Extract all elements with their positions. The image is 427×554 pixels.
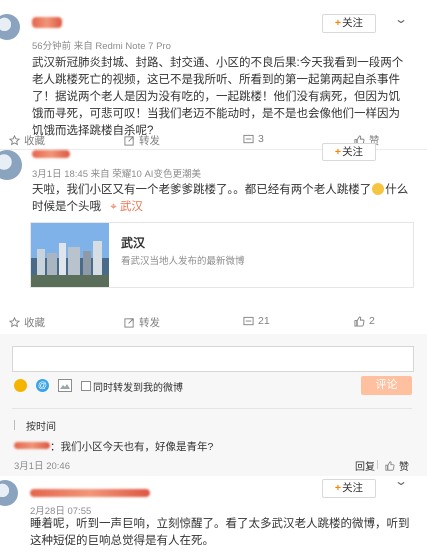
post2-follow-button[interactable]: +关注	[322, 143, 376, 161]
location-link[interactable]: ⌖ 武汉	[110, 201, 143, 213]
sort-by-time[interactable]: 按时间	[26, 418, 56, 433]
post1-repost-button[interactable]: 转发	[124, 133, 160, 148]
comment-text: ：我们小区今天也有，好像是青年?	[50, 441, 214, 453]
repost-icon	[124, 135, 135, 146]
action-separator	[377, 460, 378, 469]
follow-label: 关注	[342, 482, 364, 494]
reply-button[interactable]: 回复	[355, 458, 375, 473]
repost-checkbox[interactable]	[81, 381, 91, 391]
plus-icon: +	[334, 146, 342, 158]
post1-follow-button[interactable]: +关注	[322, 14, 376, 33]
location-label: 武汉	[119, 201, 143, 213]
sort-bar-marker	[14, 420, 15, 430]
follow-label: 关注	[342, 146, 364, 158]
like-label: 赞	[399, 462, 409, 473]
star-icon	[9, 135, 20, 146]
commenter-name[interactable]	[14, 442, 50, 449]
post1-comment-button[interactable]: 3	[243, 133, 264, 145]
plus-icon: +	[334, 482, 342, 494]
post1-favorite-button[interactable]: 收藏	[9, 133, 45, 148]
emoji-icon[interactable]	[14, 379, 27, 392]
repost-label: 转发	[139, 135, 160, 147]
favorite-label: 收藏	[24, 317, 45, 329]
comment-input[interactable]	[12, 346, 414, 372]
post1-username[interactable]	[32, 17, 62, 28]
repost-icon	[124, 317, 135, 328]
comment-time: 3月1日 20:46	[14, 461, 70, 472]
comment-count: 21	[258, 315, 270, 327]
plus-icon: +	[334, 17, 342, 29]
favorite-label: 收藏	[24, 135, 45, 147]
card-thumbnail	[31, 223, 109, 287]
post3-meta: 2月28日 07:55	[30, 506, 92, 517]
image-icon[interactable]	[58, 379, 72, 392]
post3-follow-button[interactable]: +关注	[322, 479, 376, 498]
comment-icon	[243, 134, 254, 145]
post2-meta: 3月1日 18:45 来自 荣耀10 AI变色更潮美	[32, 169, 201, 180]
post1-avatar[interactable]	[0, 14, 20, 40]
sort-divider	[12, 408, 412, 409]
comment-like-button[interactable]: 赞	[385, 458, 409, 473]
at-mention-icon[interactable]: @	[36, 379, 49, 392]
post2-username[interactable]	[32, 150, 70, 158]
post3-username[interactable]	[30, 489, 150, 497]
repost-checkbox-label: 同时转发到我的微博	[93, 383, 183, 394]
post2-favorite-button[interactable]: 收藏	[9, 315, 45, 330]
post3-avatar[interactable]	[0, 480, 18, 506]
repost-label: 转发	[139, 317, 160, 329]
post2-repost-button[interactable]: 转发	[124, 315, 160, 330]
post2-text-part1: 天啦，我们小区又有一个老爹爹跳楼了。。都已经有两个老人跳楼了	[32, 184, 372, 196]
location-card[interactable]: 武汉 看武汉当地人发布的最新微博	[30, 222, 414, 288]
post2-avatar[interactable]	[0, 150, 22, 180]
card-subtitle: 看武汉当地人发布的最新微博	[121, 256, 245, 267]
like-count: 2	[369, 315, 375, 327]
submit-comment-button[interactable]: 评论	[361, 376, 412, 395]
card-title: 武汉	[121, 236, 146, 250]
sweat-emoji-icon	[372, 183, 385, 195]
thumbs-up-icon	[385, 460, 395, 471]
follow-label: 关注	[342, 17, 364, 29]
post2-like-button[interactable]: 2	[354, 315, 375, 327]
location-pin-icon: ⌖	[110, 201, 117, 213]
post2-comment-button[interactable]: 21	[243, 315, 270, 327]
post1-meta: 56分钟前 来自 Redmi Note 7 Pro	[32, 41, 171, 52]
chevron-down-icon[interactable]: ⌄	[394, 12, 408, 26]
star-icon	[9, 317, 20, 328]
thumbs-up-icon	[354, 315, 365, 327]
post2-text: 天啦，我们小区又有一个老爹爹跳楼了。。都已经有两个老人跳楼了 什么时候是个头哦 ⌖…	[32, 182, 412, 216]
comment-count: 3	[258, 133, 264, 145]
post1-text: 武汉新冠肺炎封城、封路、封交通、小区的不良后果:今天我看到一段两个老人跳楼死亡的…	[32, 57, 404, 137]
post3-text: 睡着呢，听到一声巨响，立刻惊醒了。看了太多武汉老人跳楼的微博，听到这种短促的巨响…	[30, 518, 410, 547]
comment-icon	[243, 316, 254, 327]
chevron-down-icon[interactable]: ⌄	[394, 474, 408, 488]
comment-section: @ 同时转发到我的微博 评论 按时间 ：我们小区今天也有，好像是青年? 3月1日…	[0, 334, 427, 476]
